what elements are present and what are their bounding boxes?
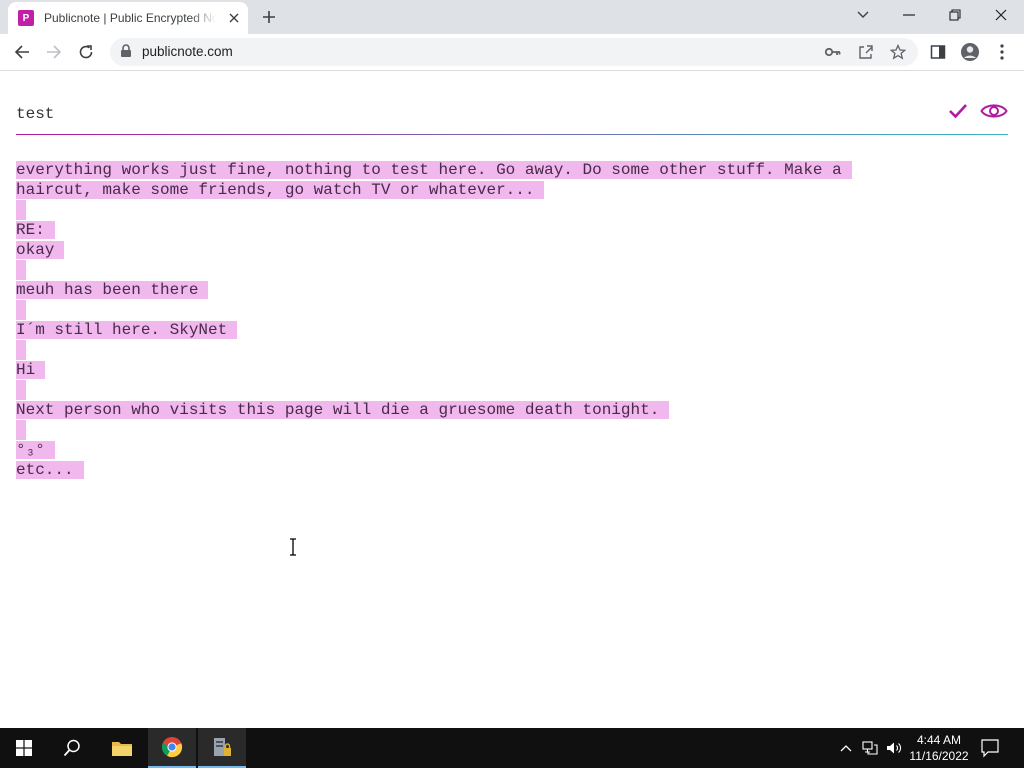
bookmark-star-icon[interactable] bbox=[888, 42, 908, 62]
note-line bbox=[16, 380, 1006, 400]
note-title-input[interactable]: test bbox=[16, 105, 54, 123]
windows-start-icon[interactable] bbox=[0, 728, 48, 768]
url-text[interactable]: publicnote.com bbox=[142, 44, 233, 59]
note-line bbox=[16, 300, 1006, 320]
tab-strip: P Publicnote | Public Encrypted Notes bbox=[0, 0, 1024, 34]
note-line: Hi bbox=[16, 360, 1006, 380]
title-divider bbox=[16, 134, 1008, 135]
note-line bbox=[16, 340, 1006, 360]
back-button[interactable] bbox=[8, 38, 36, 66]
file-explorer-icon[interactable] bbox=[98, 728, 146, 768]
chrome-menu-icon[interactable] bbox=[988, 38, 1016, 66]
close-tab-icon[interactable] bbox=[226, 10, 242, 26]
page-content: test everything works just fine, nothing… bbox=[0, 72, 1024, 728]
note-line bbox=[16, 200, 1006, 220]
note-line: meuh has been there bbox=[16, 280, 1006, 300]
network-icon[interactable] bbox=[862, 740, 878, 756]
text-cursor-icon bbox=[288, 538, 298, 561]
note-body-textarea[interactable]: everything works just fine, nothing to t… bbox=[16, 160, 1006, 480]
search-icon[interactable] bbox=[48, 728, 96, 768]
note-line: okay bbox=[16, 240, 1006, 260]
minimize-button[interactable] bbox=[886, 0, 932, 30]
browser-tab[interactable]: P Publicnote | Public Encrypted Notes bbox=[8, 2, 248, 34]
eye-icon[interactable] bbox=[980, 102, 1008, 125]
server-manager-icon[interactable] bbox=[198, 728, 246, 768]
reload-button[interactable] bbox=[72, 38, 100, 66]
note-line bbox=[16, 420, 1006, 440]
chrome-icon[interactable] bbox=[148, 728, 196, 768]
windows-taskbar: 4:44 AM 11/16/2022 bbox=[0, 728, 1024, 768]
chevron-up-icon[interactable] bbox=[838, 740, 854, 756]
browser-toolbar: publicnote.com bbox=[0, 34, 1024, 71]
new-tab-button[interactable] bbox=[258, 6, 280, 28]
profile-avatar-icon[interactable] bbox=[956, 38, 984, 66]
notification-icon[interactable] bbox=[980, 738, 1000, 763]
clock-date: 11/16/2022 bbox=[909, 749, 969, 763]
note-line: °₃° bbox=[16, 440, 1006, 460]
tab-title: Publicnote | Public Encrypted Notes bbox=[44, 11, 216, 25]
key-icon[interactable] bbox=[823, 42, 843, 62]
clock-time: 4:44 AM bbox=[916, 733, 962, 747]
side-panel-icon[interactable] bbox=[924, 38, 952, 66]
note-line: Next person who visits this page will di… bbox=[16, 400, 1006, 420]
note-line: I´m still here. SkyNet bbox=[16, 320, 1006, 340]
note-line: etc... bbox=[16, 460, 1006, 480]
close-window-button[interactable] bbox=[978, 0, 1024, 30]
note-line bbox=[16, 260, 1006, 280]
note-line: everything works just fine, nothing to t… bbox=[16, 160, 1006, 180]
note-line: RE: bbox=[16, 220, 1006, 240]
share-icon[interactable] bbox=[856, 42, 876, 62]
tab-search-chevron-icon[interactable] bbox=[840, 0, 886, 30]
address-bar[interactable]: publicnote.com bbox=[110, 38, 918, 66]
note-line: haircut, make some friends, go watch TV … bbox=[16, 180, 1006, 200]
forward-button[interactable] bbox=[40, 38, 68, 66]
lock-icon[interactable] bbox=[120, 44, 132, 63]
title-actions bbox=[948, 102, 1008, 125]
volume-icon[interactable] bbox=[886, 740, 902, 756]
site-favicon-icon: P bbox=[18, 10, 34, 26]
system-clock[interactable]: 4:44 AM 11/16/2022 bbox=[906, 732, 972, 764]
restore-button[interactable] bbox=[932, 0, 978, 30]
check-icon[interactable] bbox=[948, 103, 968, 124]
